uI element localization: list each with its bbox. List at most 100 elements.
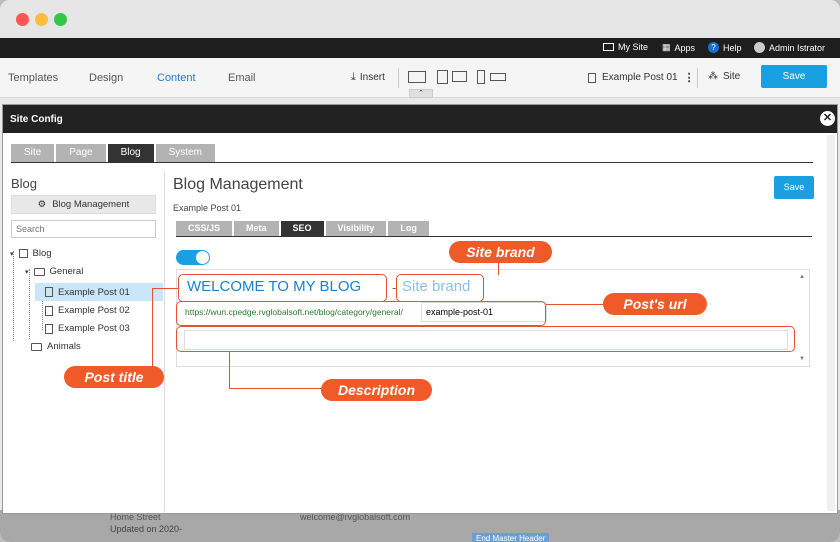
document-icon xyxy=(45,323,53,334)
chevron-down-icon: ▾ xyxy=(25,268,29,276)
collapse-toggle-icon[interactable]: ⌃ xyxy=(409,89,433,98)
tree-item-blog[interactable]: ▾ Blog xyxy=(10,248,52,259)
insert-label: Insert xyxy=(359,72,385,83)
close-window-icon[interactable] xyxy=(16,13,29,26)
site-brand-connector xyxy=(498,263,500,275)
toolbar-divider xyxy=(697,68,698,88)
tree-item-label: Example Post 02 xyxy=(58,305,130,316)
tab-visibility[interactable]: Visibility xyxy=(325,221,387,236)
insert-button[interactable]: ⤓ Insert xyxy=(351,71,385,84)
tablet-landscape-icon[interactable] xyxy=(437,70,448,84)
post-subtitle: Example Post 01 xyxy=(173,203,242,213)
nav-design[interactable]: Design xyxy=(89,72,123,84)
my-site-link[interactable]: My Site xyxy=(603,42,648,52)
maximize-window-icon[interactable] xyxy=(54,13,67,26)
phone-portrait-icon[interactable] xyxy=(477,70,485,84)
document-icon xyxy=(45,287,53,297)
scroll-down-icon[interactable]: ▼ xyxy=(799,356,805,362)
tree-item-label: General xyxy=(49,266,84,277)
description-connector xyxy=(229,388,321,390)
tree-item-animals[interactable]: Animals xyxy=(31,341,81,352)
help-icon: ? xyxy=(708,42,719,53)
tab-meta[interactable]: Meta xyxy=(234,221,279,236)
app-window: My Site ▦ Apps ? Help Admin Istrator Tem… xyxy=(0,0,840,542)
more-vertical-icon[interactable]: ⋮ xyxy=(684,71,695,84)
modal-scrollbar[interactable] xyxy=(827,135,835,511)
config-tabs: Site Page Blog System xyxy=(11,144,215,162)
sitemap-icon: ⁂ xyxy=(708,71,718,82)
monitor-icon xyxy=(603,43,614,51)
chevron-down-icon: ▾ xyxy=(10,250,14,258)
seo-tabs-divider xyxy=(176,236,812,237)
tree-item-post-03[interactable]: Example Post 03 xyxy=(45,323,130,334)
gear-icon: ⚙ xyxy=(37,199,47,210)
main-toolbar: Templates Design Content Email ⤓ Insert … xyxy=(0,58,840,98)
save-button[interactable]: Save xyxy=(761,65,827,88)
tab-seo[interactable]: SEO xyxy=(280,221,324,236)
toolbar-divider xyxy=(398,68,399,88)
nav-email[interactable]: Email xyxy=(228,72,256,84)
blog-root-icon xyxy=(18,249,28,258)
search-input[interactable] xyxy=(11,220,156,238)
tree-item-post-01[interactable]: Example Post 01 xyxy=(35,283,163,301)
modal-header: Site Config ✕ xyxy=(3,105,837,133)
blog-management-label: Blog Management xyxy=(52,199,130,210)
tree-item-label: Example Post 01 xyxy=(58,286,130,298)
desktop-view-icon[interactable] xyxy=(408,71,426,83)
post-title-callout: Post title xyxy=(64,366,164,388)
top-bar: My Site ▦ Apps ? Help Admin Istrator xyxy=(0,38,840,58)
site-label: Site xyxy=(723,71,741,82)
nav-templates[interactable]: Templates xyxy=(8,72,58,84)
save-post-button[interactable]: Save xyxy=(774,176,814,199)
tree-item-post-02[interactable]: Example Post 02 xyxy=(45,305,130,316)
folder-open-icon xyxy=(33,267,45,276)
minimize-window-icon[interactable] xyxy=(35,13,48,26)
close-icon[interactable]: ✕ xyxy=(820,111,835,126)
site-brand-callout: Site brand xyxy=(449,241,552,263)
tree-item-general[interactable]: ▾ General xyxy=(25,266,83,277)
tree-item-label: Animals xyxy=(47,341,81,352)
tab-css-js[interactable]: CSS/JS xyxy=(176,221,233,236)
avatar xyxy=(754,42,765,53)
tree-item-label: Blog xyxy=(32,248,52,259)
site-menu[interactable]: ⁂ Site xyxy=(708,71,740,82)
download-icon: ⤓ xyxy=(351,71,356,83)
post-url-connector xyxy=(546,304,604,306)
user-name: Admin Istrator xyxy=(769,42,826,53)
document-icon xyxy=(45,305,53,316)
my-site-label: My Site xyxy=(618,42,649,52)
description-callout: Description xyxy=(321,379,432,401)
help-label: Help xyxy=(723,42,742,53)
user-menu[interactable]: Admin Istrator xyxy=(754,42,825,53)
post-title-connector xyxy=(152,288,154,366)
background-page: Home Street welcome@rvglobalsoft.com Upd… xyxy=(0,510,840,542)
tabs-divider xyxy=(11,162,813,163)
apps-link[interactable]: ▦ Apps xyxy=(662,42,695,53)
page-selector[interactable]: Example Post 01 ⋮ xyxy=(588,71,695,84)
tab-log[interactable]: Log xyxy=(388,221,429,236)
nav-content[interactable]: Content xyxy=(157,72,196,84)
blog-sidebar: Blog ⚙ Blog Management ▾ Blog ▾ General xyxy=(9,171,165,511)
help-link[interactable]: ? Help xyxy=(708,42,742,53)
folder-icon xyxy=(31,342,42,351)
tab-system[interactable]: System xyxy=(155,144,215,162)
tree-connector xyxy=(13,251,14,341)
scroll-up-icon[interactable]: ▲ xyxy=(799,274,805,280)
tab-blog[interactable]: Blog xyxy=(107,144,154,162)
modal-title: Site Config xyxy=(10,114,63,125)
tree-connector xyxy=(29,269,30,339)
document-icon xyxy=(588,72,596,83)
post-url-callout: Post's url xyxy=(603,293,707,315)
tab-site[interactable]: Site xyxy=(11,144,55,162)
blog-management-button[interactable]: ⚙ Blog Management xyxy=(11,195,156,214)
sidebar-heading: Blog xyxy=(11,176,38,191)
tablet-portrait-icon[interactable] xyxy=(452,71,467,82)
phone-landscape-icon[interactable] xyxy=(490,73,506,81)
page-title: Blog Management xyxy=(173,176,303,193)
background-footer-button: End Master Header xyxy=(472,533,550,542)
seo-tabs: CSS/JS Meta SEO Visibility Log xyxy=(176,221,429,236)
grid-icon: ▦ xyxy=(662,42,671,52)
tree-item-label: Example Post 03 xyxy=(58,323,130,334)
tab-page[interactable]: Page xyxy=(56,144,106,162)
seo-toggle[interactable] xyxy=(176,250,210,265)
